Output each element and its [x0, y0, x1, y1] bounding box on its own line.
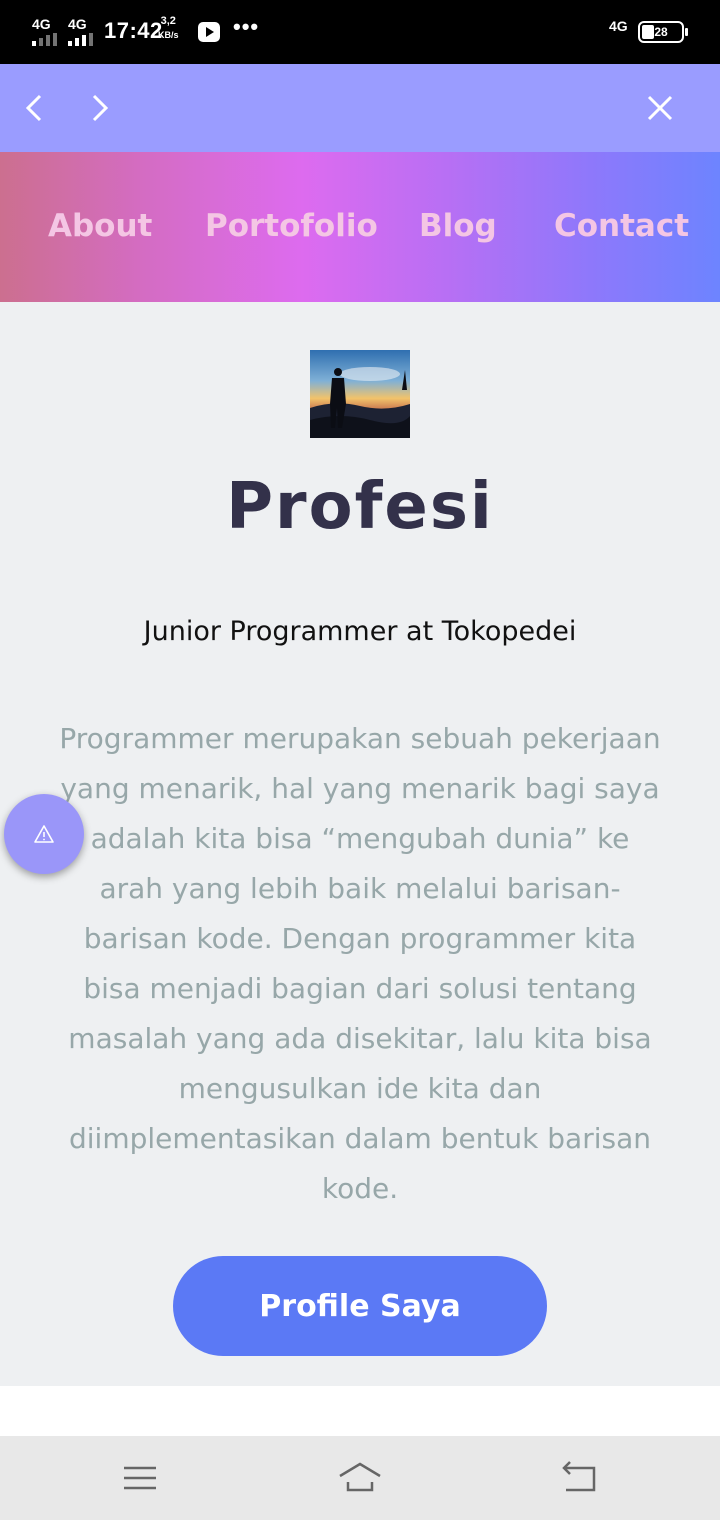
- close-icon[interactable]: [642, 90, 678, 126]
- nav-link-portfolio[interactable]: Portofolio: [205, 208, 378, 244]
- signal-label-2: 4G: [68, 16, 87, 32]
- warning-icon: [34, 825, 54, 843]
- youtube-icon: [198, 22, 220, 42]
- page-title: Profesi: [226, 470, 494, 544]
- home-icon[interactable]: [338, 1456, 382, 1500]
- system-navigation-bar: [0, 1436, 720, 1520]
- browser-toolbar: [0, 64, 720, 152]
- menu-icon[interactable]: [118, 1456, 162, 1500]
- status-bar: 4G 4G 17:42 3,2 KB/s ••• 4G 28: [0, 0, 720, 64]
- profile-button[interactable]: Profile Saya: [173, 1256, 547, 1356]
- chevron-left-icon[interactable]: [18, 90, 54, 126]
- job-subtitle: Junior Programmer at Tokopedei: [143, 616, 577, 647]
- battery-icon: 28: [638, 21, 688, 43]
- nav-link-about[interactable]: About: [48, 208, 152, 244]
- main-nav: About Portofolio Blog Contact: [0, 152, 720, 302]
- profile-photo: [310, 350, 410, 438]
- nav-link-contact[interactable]: Contact: [554, 208, 689, 244]
- more-notifications-icon: •••: [233, 14, 260, 39]
- network-speed-unit: KB/s: [158, 30, 179, 40]
- battery-level: 28: [654, 25, 668, 39]
- network-type: 4G: [609, 18, 628, 34]
- signal-label-1: 4G: [32, 16, 51, 32]
- network-speed-value: 3,2: [160, 15, 176, 27]
- network-speed: 3,2 KB/s: [158, 14, 179, 42]
- profession-description: Programmer merupakan sebuah pekerjaan ya…: [59, 722, 661, 1205]
- clock: 17:42: [104, 18, 163, 43]
- nav-link-blog[interactable]: Blog: [419, 208, 497, 244]
- back-icon[interactable]: [558, 1456, 602, 1500]
- footer-strip: [0, 1386, 720, 1436]
- signal-bars-1-icon: [32, 33, 57, 46]
- chevron-right-icon[interactable]: [82, 90, 118, 126]
- profession-section: Profesi Junior Programmer at Tokopedei P…: [0, 302, 720, 1386]
- floating-warning-button[interactable]: [4, 794, 84, 874]
- signal-bars-2-icon: [68, 33, 93, 46]
